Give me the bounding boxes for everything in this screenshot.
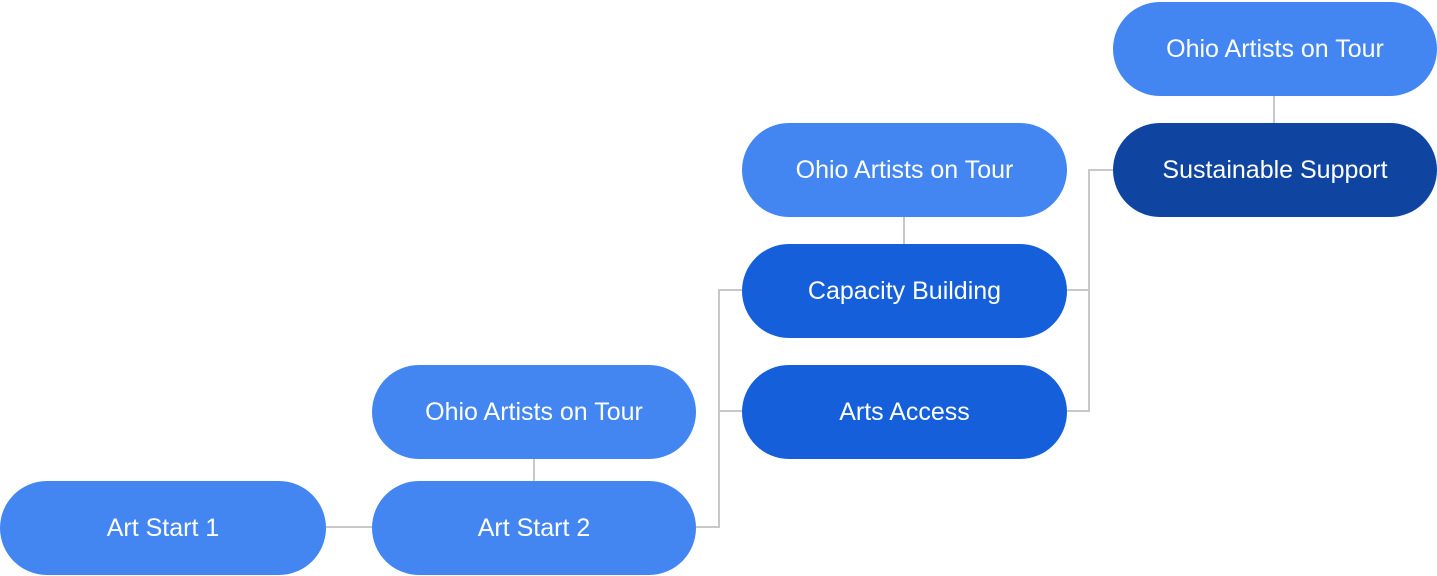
node-ohio-artists-on-tour-3: Ohio Artists on Tour	[1113, 2, 1437, 96]
connector-capacity-bracket	[1067, 169, 1113, 291]
connector-arts-access-bracket	[1067, 290, 1090, 412]
node-ohio-artists-on-tour-1: Ohio Artists on Tour	[372, 365, 696, 459]
node-art-start-2: Art Start 2	[372, 481, 696, 575]
node-art-start-1: Art Start 1	[0, 481, 326, 575]
node-arts-access: Arts Access	[742, 365, 1067, 459]
node-sustainable-support: Sustainable Support	[1113, 123, 1437, 217]
node-ohio-artists-on-tour-2: Ohio Artists on Tour	[742, 123, 1067, 217]
connector-art-start-2-bracket	[696, 289, 742, 528]
node-capacity-building: Capacity Building	[742, 244, 1067, 338]
